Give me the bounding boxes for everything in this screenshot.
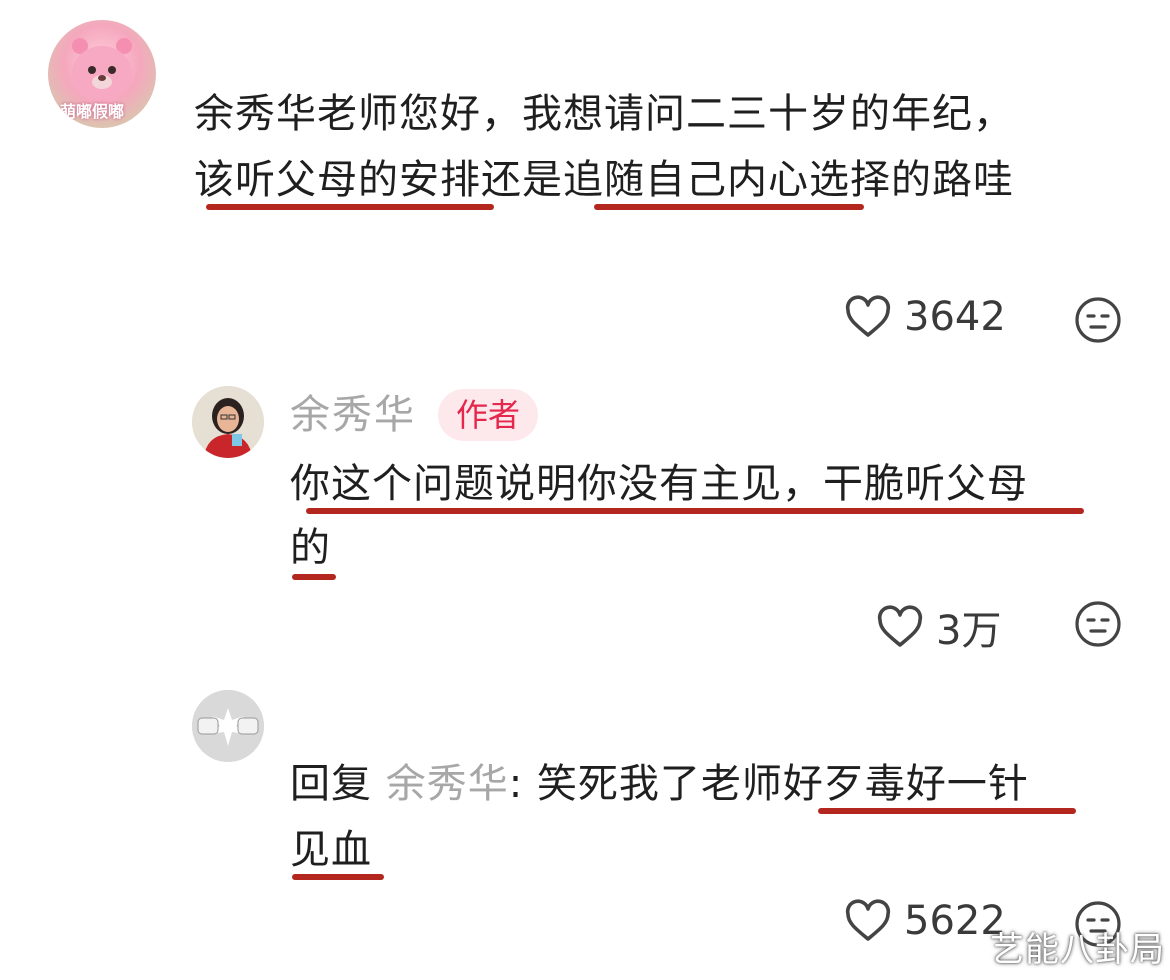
comment1-text-line1: 余秀华老师您好，我想请问二三十岁的年纪， — [194, 91, 1014, 137]
avatar-author[interactable] — [192, 386, 264, 458]
avatar-reply2[interactable] — [192, 690, 264, 762]
reply1-text-line1: 你这个问题说明你没有主见，干脆听父母 — [290, 461, 1028, 507]
like-count: 3万 — [936, 608, 1002, 654]
underline-mark — [206, 204, 494, 210]
underline-mark — [306, 508, 1084, 514]
fist-bump-icon — [192, 690, 264, 762]
reply-prefix: 回复 — [290, 761, 372, 807]
underline-mark — [292, 874, 384, 880]
comment1-text-line2: 该听父母的安排还是追随自己内心选择的路哇 — [194, 157, 1014, 203]
reply2-text: 笑死我了老师好歹毒好一针 — [536, 761, 1029, 807]
heart-outline-icon — [845, 899, 891, 941]
reply-mention[interactable]: 余秀华 — [386, 761, 509, 807]
like-button-reply1[interactable]: 3万 — [876, 598, 1001, 656]
underline-mark — [594, 204, 864, 210]
reply1-text-line2: 的 — [290, 525, 331, 571]
neutral-face-icon — [1075, 297, 1121, 343]
reply2-text-line1: 回复 余秀华: 笑死我了老师好歹毒好一针 — [290, 756, 1029, 812]
heart-outline-icon — [877, 605, 923, 647]
like-count: 3642 — [904, 294, 1006, 340]
reply1-author-name[interactable]: 余秀华 — [290, 389, 416, 441]
like-button-reply2[interactable]: 5622 — [844, 898, 1006, 944]
dislike-button-reply1[interactable] — [1074, 600, 1122, 652]
reply-separator: : — [508, 761, 524, 807]
heart-outline-icon — [845, 295, 891, 337]
avatar-label: 萌嘟假嘟 — [60, 102, 125, 121]
author-badge: 作者 — [438, 389, 539, 441]
avatar-comment1[interactable]: 萌嘟假嘟 — [48, 20, 156, 128]
dislike-button-comment1[interactable] — [1074, 296, 1122, 348]
underline-mark — [292, 574, 336, 580]
watermark: 艺能八卦局 — [990, 930, 1165, 970]
underline-mark — [818, 808, 1076, 814]
person-photo-icon — [192, 386, 264, 458]
reply2-text-line2: 见血 — [290, 827, 372, 873]
like-button-comment1[interactable]: 3642 — [844, 294, 1006, 340]
neutral-face-icon — [1075, 601, 1121, 647]
